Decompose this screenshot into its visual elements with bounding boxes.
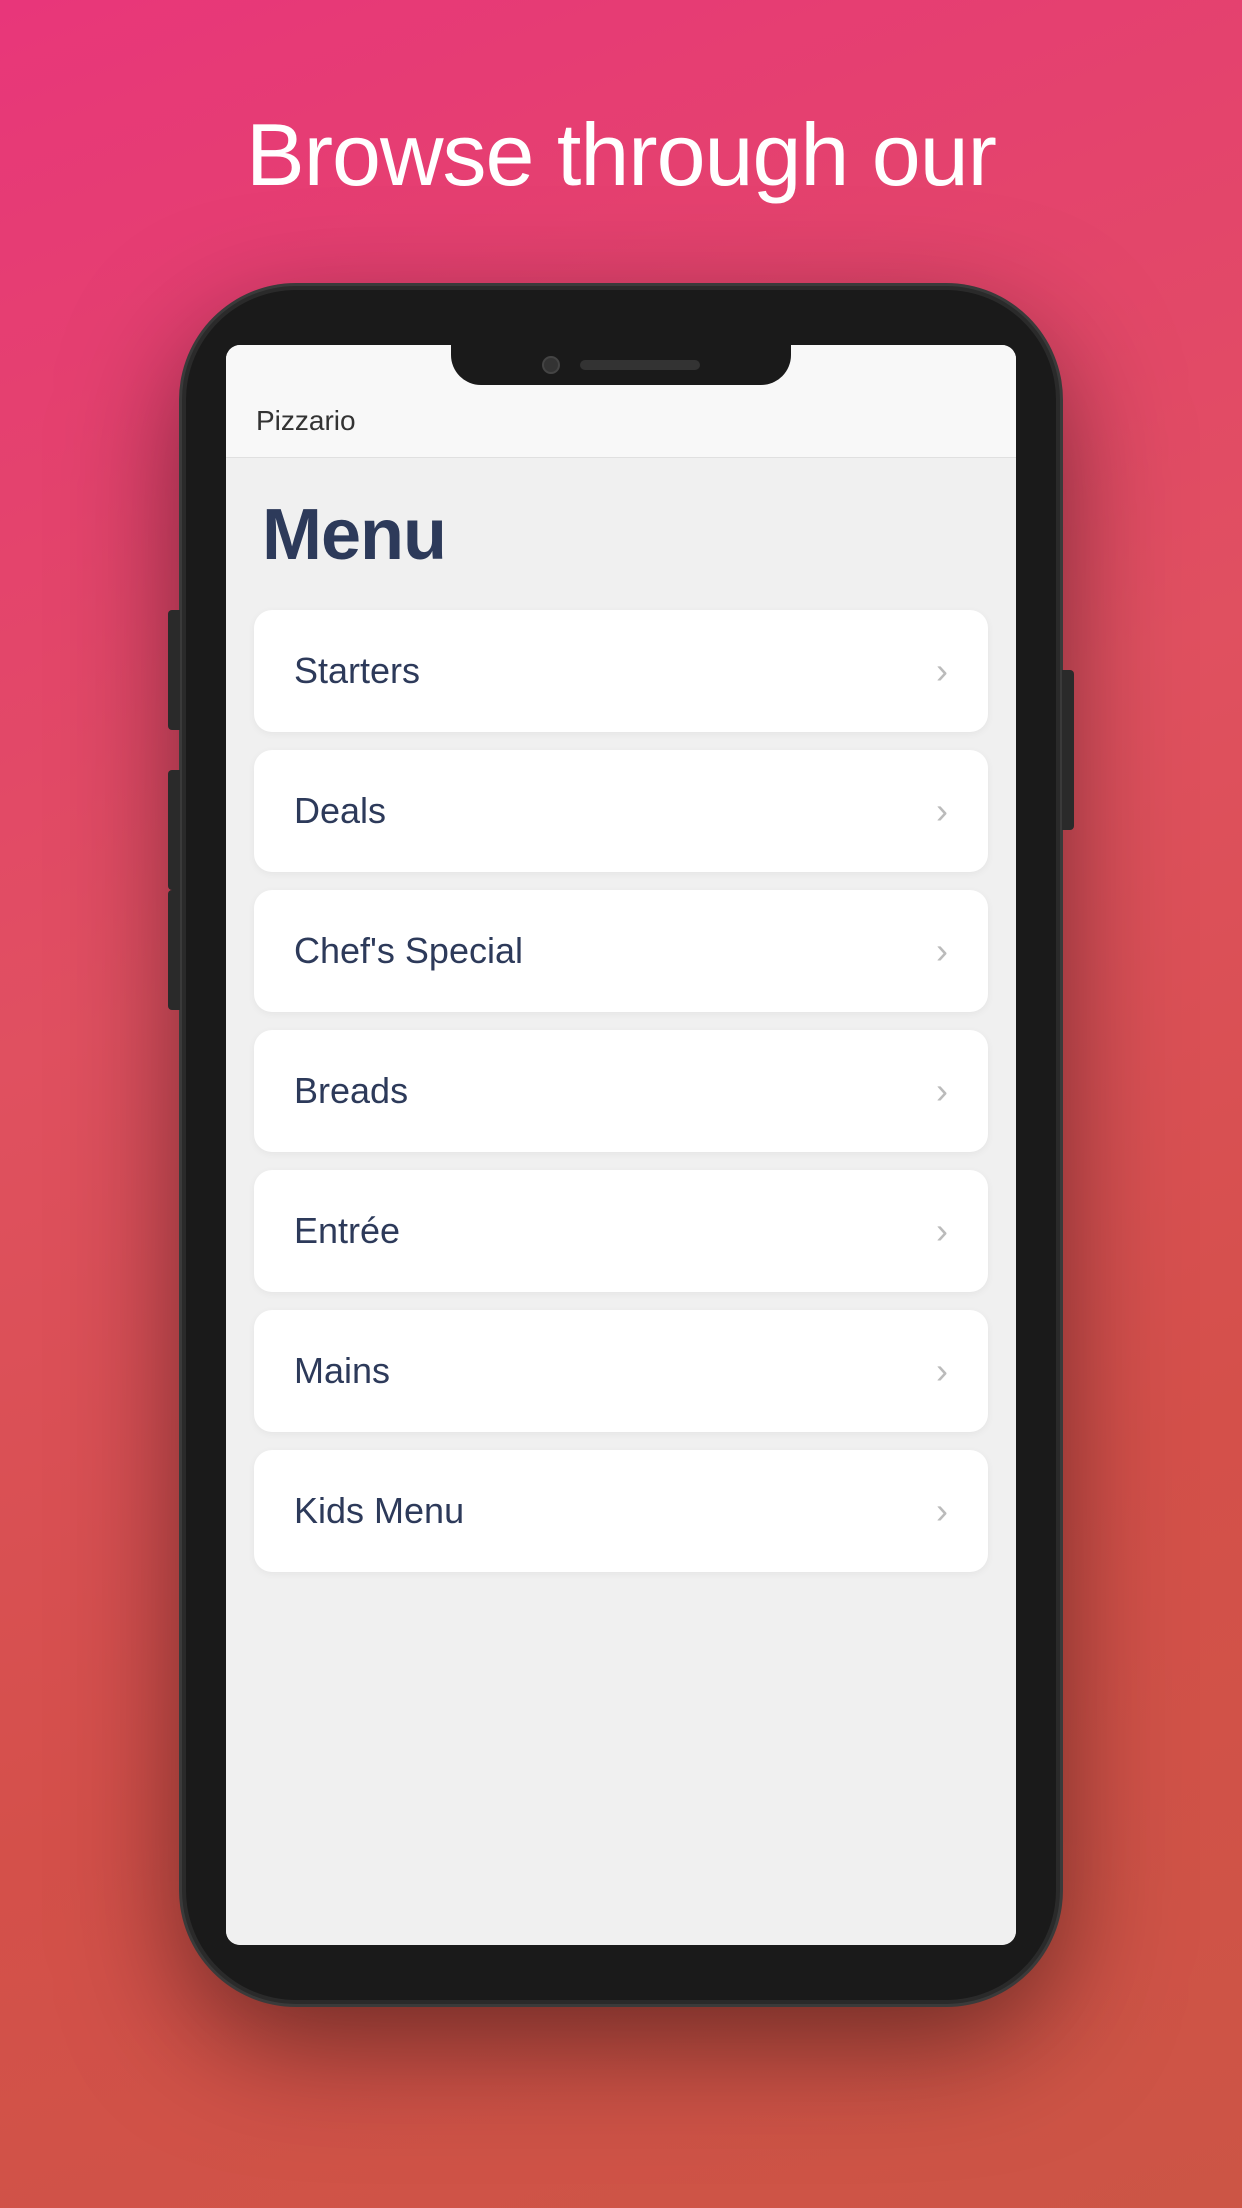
menu-header: Menu xyxy=(226,458,1016,600)
menu-item-label-kids-menu: Kids Menu xyxy=(294,1490,464,1532)
menu-item-starters[interactable]: Starters › xyxy=(254,610,988,732)
chevron-right-icon: › xyxy=(936,650,948,692)
menu-item-label-deals: Deals xyxy=(294,790,386,832)
app-title: Pizzario xyxy=(256,405,356,436)
speaker-icon xyxy=(580,360,700,370)
phone-screen: Pizzario Menu Starters›Deals›Chef's Spec… xyxy=(226,345,1016,1945)
menu-title: Menu xyxy=(262,494,980,576)
chevron-right-icon: › xyxy=(936,1210,948,1252)
app-screen: Pizzario Menu Starters›Deals›Chef's Spec… xyxy=(226,345,1016,1945)
chevron-right-icon: › xyxy=(936,1350,948,1392)
camera-icon xyxy=(542,356,560,374)
menu-item-kids-menu[interactable]: Kids Menu › xyxy=(254,1450,988,1572)
menu-item-chefs-special[interactable]: Chef's Special › xyxy=(254,890,988,1012)
menu-item-breads[interactable]: Breads › xyxy=(254,1030,988,1152)
content-area: Menu Starters›Deals›Chef's Special›Bread… xyxy=(226,458,1016,1945)
menu-item-deals[interactable]: Deals › xyxy=(254,750,988,872)
chevron-right-icon: › xyxy=(936,930,948,972)
menu-item-label-entree: Entrée xyxy=(294,1210,400,1252)
menu-item-label-mains: Mains xyxy=(294,1350,390,1392)
hero-headline: Browse through our xyxy=(166,100,1076,210)
chevron-right-icon: › xyxy=(936,1490,948,1532)
chevron-right-icon: › xyxy=(936,790,948,832)
menu-list: Starters›Deals›Chef's Special›Breads›Ent… xyxy=(226,600,1016,1582)
chevron-right-icon: › xyxy=(936,1070,948,1112)
menu-item-label-chefs-special: Chef's Special xyxy=(294,930,523,972)
menu-item-entree[interactable]: Entrée › xyxy=(254,1170,988,1292)
menu-item-label-starters: Starters xyxy=(294,650,420,692)
menu-item-mains[interactable]: Mains › xyxy=(254,1310,988,1432)
menu-item-label-breads: Breads xyxy=(294,1070,408,1112)
phone-notch xyxy=(451,345,791,385)
phone-frame: Pizzario Menu Starters›Deals›Chef's Spec… xyxy=(186,290,1056,2000)
